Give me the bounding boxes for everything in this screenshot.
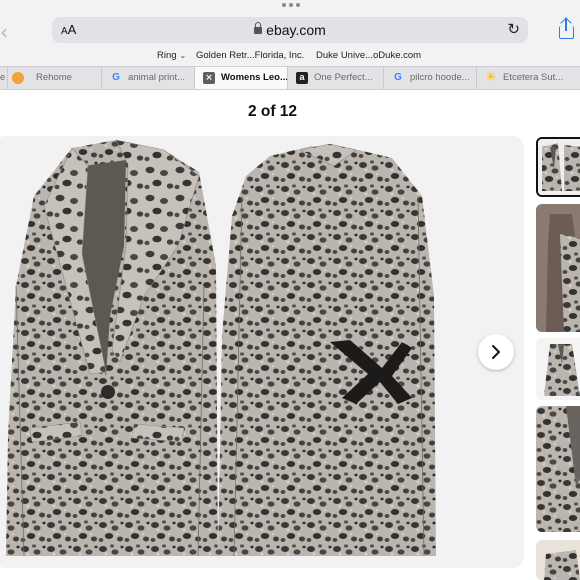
image-counter: 2 of 12 [247,103,298,120]
chevron-right-icon [492,345,500,359]
multitask-dots[interactable] [282,3,300,9]
share-icon[interactable] [558,17,576,40]
next-image-button[interactable] [478,334,514,370]
favorite-golden-retriever[interactable]: Golden Retr...Florida, Inc. [196,50,304,61]
thumbnail-image [536,540,580,580]
leopard-blazer-image [0,136,524,568]
favorite-ring[interactable]: Ring ⌄ [157,50,186,61]
address-bar[interactable]: AA ebay.com ↻ [52,17,528,43]
tab-pilcro-hoodie[interactable]: Gpilcro hoode... [384,67,477,89]
favorite-duke[interactable]: Duke Unive...oDuke.com [316,50,421,61]
amazon-icon: a [296,72,308,84]
favorites-bar: Ring ⌄ Golden Retr...Florida, Inc. Duke U… [0,48,580,64]
thumbnail-image [536,204,580,332]
thumbnail-image [538,139,580,195]
thumbnail-2[interactable] [536,204,580,332]
thumbnail-4[interactable] [536,406,580,532]
chevron-down-icon: ⌄ [179,51,187,60]
url-display[interactable]: ebay.com [52,22,528,38]
google-icon: G [394,72,402,83]
tab-partial[interactable]: e [0,67,8,89]
lock-icon [254,22,263,34]
reload-icon[interactable]: ↻ [507,20,520,38]
close-icon[interactable]: × [203,72,215,84]
url-text: ebay.com [266,22,326,38]
tab-one-perfect[interactable]: a One Perfect... [288,67,384,89]
tab-bar: e Rehome Ganimal print... × Womens Leo...… [0,66,580,90]
back-chevron-icon[interactable]: ‹ [0,20,8,44]
google-icon: G [112,72,120,83]
tab-rehome[interactable]: Rehome [8,67,102,89]
thumbnail-1[interactable] [536,137,580,197]
main-image-viewer[interactable] [0,136,524,568]
thumbnail-3[interactable] [536,338,580,400]
tab-womens-leopard[interactable]: × Womens Leo... [195,67,288,89]
paw-icon [12,72,24,84]
walmart-icon: ✳ [485,70,497,85]
tab-etcetera[interactable]: ✳ Etcetera Sut... [477,67,580,89]
thumbnail-5[interactable] [536,540,580,580]
tab-animal-print[interactable]: Ganimal print... [102,67,195,89]
browser-toolbar: ‹ AA ebay.com ↻ Ring ⌄ Golden Retr...Flor… [0,0,580,66]
thumbnail-image [536,406,580,532]
thumbnail-image [536,338,580,400]
